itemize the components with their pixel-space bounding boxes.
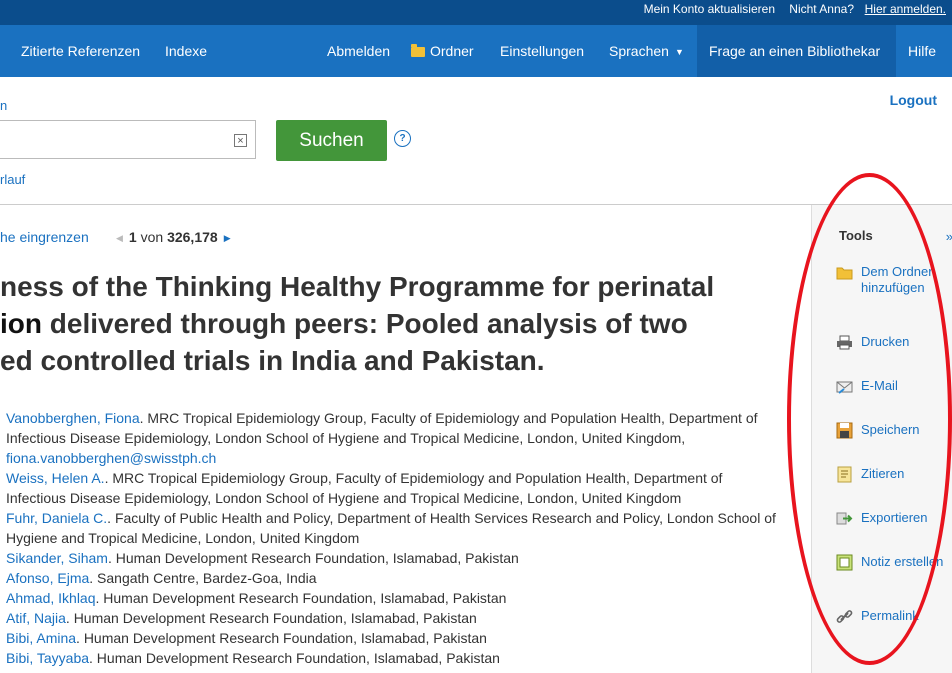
- nav-ask-librarian-label: Frage an einen Bibliothekar: [709, 43, 881, 59]
- update-account-link[interactable]: Mein Konto aktualisieren: [644, 2, 775, 16]
- article-title: ness of the Thinking Healthy Programme f…: [0, 268, 790, 379]
- previous-result-icon[interactable]: ◀: [116, 233, 123, 243]
- author-name-link[interactable]: Ahmad, Ikhlaq: [6, 590, 96, 606]
- main-nav: Zitierte Referenzen Indexe Abmelden Ordn…: [0, 25, 952, 77]
- printer-icon: [836, 334, 853, 351]
- nav-languages-label: Sprachen: [609, 43, 669, 59]
- nav-folder-label: Ordner: [430, 43, 474, 59]
- search-button[interactable]: Suchen: [276, 120, 387, 161]
- nav-cited-references[interactable]: Zitierte Referenzen: [21, 43, 140, 59]
- folder-icon: [411, 44, 425, 57]
- author-name-link[interactable]: Atif, Najia: [6, 610, 66, 626]
- help-icon[interactable]: ?: [394, 130, 411, 147]
- tool-label: Exportieren: [861, 510, 928, 525]
- title-highlight: ion: [0, 308, 42, 339]
- author-name-link[interactable]: Sikander, Siham: [6, 550, 108, 566]
- result-pager: ◀ 1 von 326,178 ▶: [116, 229, 231, 245]
- author-entry: Afonso, Ejma. Sangath Centre, Bardez-Goa…: [6, 568, 781, 588]
- next-result-icon[interactable]: ▶: [224, 233, 231, 243]
- divider: [0, 204, 952, 205]
- current-result: 1: [128, 229, 137, 245]
- nav-ask-librarian[interactable]: Frage an einen Bibliothekar: [697, 25, 896, 77]
- folder-icon: [836, 264, 853, 281]
- account-bar: Mein Konto aktualisieren Nicht Anna? Hie…: [0, 0, 952, 25]
- tool-label: Dem Ordner hinzufügen: [861, 264, 933, 295]
- tool-label: Notiz erstellen: [861, 554, 944, 569]
- link-icon: [836, 608, 853, 625]
- tool-label: Speichern: [861, 422, 920, 437]
- tool-label: E-Mail: [861, 378, 898, 393]
- author-entry: Weiss, Helen A.. MRC Tropical Epidemiolo…: [6, 468, 781, 508]
- title-text: ness of the Thinking Healthy Programme f…: [0, 271, 715, 302]
- author-affiliation: . Human Development Research Foundation,…: [107, 550, 519, 566]
- author-affiliation: . Human Development Research Foundation,…: [65, 610, 477, 626]
- author-affiliation: . MRC Tropical Epidemiology Group, Facul…: [6, 470, 723, 506]
- tool-label: Zitieren: [861, 466, 905, 481]
- of-label: von: [140, 229, 164, 245]
- title-line: ness of the Thinking Healthy Programme f…: [0, 268, 790, 305]
- author-name-link[interactable]: Fuhr, Daniela C.: [6, 510, 107, 526]
- title-line: ed controlled trials in India and Pakist…: [0, 342, 790, 379]
- search-options-link[interactable]: n: [0, 98, 7, 113]
- author-affiliation: . Human Development Research Foundation,…: [76, 630, 487, 646]
- refine-search-link[interactable]: he eingrenzen: [0, 229, 89, 245]
- author-list: Vanobberghen, Fiona . MRC Tropical Epidem…: [6, 408, 781, 668]
- author-entry: Fuhr, Daniela C.. Faculty of Public Heal…: [6, 508, 781, 548]
- tool-label: Permalink: [861, 608, 919, 623]
- total-results: 326,178: [167, 229, 218, 245]
- author-entry: Atif, Najia. Human Development Research …: [6, 608, 781, 628]
- author-affiliation: . Human Development Research Foundation,…: [95, 590, 507, 606]
- author-name-link[interactable]: Bibi, Amina: [6, 630, 76, 646]
- author-name-link[interactable]: Vanobberghen, Fiona: [6, 410, 140, 426]
- floppy-disk-icon: [836, 422, 853, 439]
- nav-languages[interactable]: Sprachen ▼: [609, 43, 684, 59]
- nav-logout[interactable]: Abmelden: [327, 43, 390, 59]
- author-entry: Vanobberghen, Fiona. MRC Tropical Epidem…: [6, 408, 781, 468]
- email-icon: [836, 378, 853, 395]
- author-affiliation: . Sangath Centre, Bardez-Goa, India: [89, 570, 317, 586]
- sign-in-link[interactable]: Hier anmelden.: [865, 2, 946, 16]
- author-entry: Bibi, Tayyaba. Human Development Researc…: [6, 648, 781, 668]
- author-email-link[interactable]: fiona.vanobberghen@swisstph.ch: [6, 448, 781, 468]
- clear-icon[interactable]: ×: [234, 134, 247, 147]
- title-text: ed controlled trials in India and Pakist…: [0, 345, 545, 376]
- not-user-label: Nicht Anna?: [789, 2, 854, 16]
- author-affiliation: . Faculty of Public Health and Policy, D…: [6, 510, 776, 546]
- nav-folder[interactable]: Ordner: [411, 43, 474, 59]
- author-name-link[interactable]: Bibi, Tayyaba: [6, 650, 89, 666]
- author-entry: Sikander, Siham. Human Development Resea…: [6, 548, 781, 568]
- author-name-link[interactable]: Weiss, Helen A.: [6, 470, 105, 486]
- note-icon: [836, 554, 853, 571]
- author-affiliation: . Human Development Research Foundation,…: [89, 650, 500, 666]
- search-history-link[interactable]: rlauf: [0, 172, 25, 187]
- tool-label: Drucken: [861, 334, 910, 349]
- cite-icon: [836, 466, 853, 483]
- nav-settings[interactable]: Einstellungen: [500, 43, 584, 59]
- export-icon: [836, 510, 853, 527]
- tools-heading: Tools: [839, 228, 873, 243]
- author-entry: Ahmad, Ikhlaq. Human Development Researc…: [6, 588, 781, 608]
- author-name-link[interactable]: Afonso, Ejma: [6, 570, 89, 586]
- title-line: ion delivered through peers: Pooled anal…: [0, 305, 790, 342]
- nav-help[interactable]: Hilfe: [908, 43, 936, 59]
- search-input[interactable]: [0, 120, 256, 159]
- title-text: delivered through peers: Pooled analysis…: [42, 308, 688, 339]
- author-entry: Bibi, Amina. Human Development Research …: [6, 628, 781, 648]
- collapse-icon[interactable]: »: [946, 229, 952, 244]
- caret-down-icon: ▼: [674, 47, 684, 57]
- tools-sidebar: Tools » Dem Ordner hinzufügen Drucken E-Ma…: [811, 205, 952, 673]
- nav-indexes[interactable]: Indexe: [165, 43, 207, 59]
- search-area: n Logout × Suchen ? rlauf: [0, 77, 952, 205]
- logout-link[interactable]: Logout: [890, 92, 937, 108]
